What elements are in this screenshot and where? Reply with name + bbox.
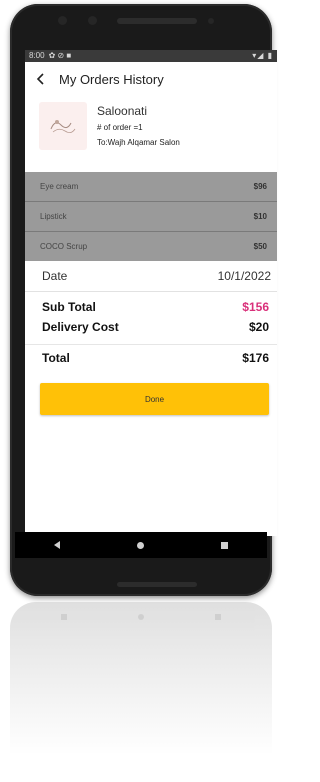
item-name: Lipstick — [40, 212, 67, 221]
nav-home-icon[interactable] — [136, 541, 144, 549]
subtotal-label: Sub Total — [42, 300, 96, 314]
list-item: Eye cream $96 — [25, 172, 277, 202]
page-title: My Orders History — [59, 71, 164, 87]
phone-reflection — [10, 602, 272, 772]
subtotal-value: $156 — [242, 300, 269, 314]
reflection-nav — [25, 614, 257, 620]
date-row: Date 10/1/2022 — [25, 261, 277, 292]
total-label: Total — [42, 351, 70, 365]
nav-recent-icon[interactable] — [221, 541, 229, 549]
subtotal-row: Sub Total $156 — [25, 296, 277, 318]
item-name: Eye cream — [40, 182, 79, 191]
earpiece-speaker — [117, 18, 197, 24]
list-item: Lipstick $10 — [25, 202, 277, 232]
item-name: COCO Scrup — [40, 242, 88, 251]
back-arrow-icon[interactable] — [33, 71, 49, 87]
delivery-row: Delivery Cost $20 — [25, 318, 277, 336]
reflected-back-icon — [60, 614, 67, 620]
system-nav-bar — [15, 532, 267, 558]
app-screen: 8:00 ✿ ⊘ ■ ▾◢ ▮ My Orders History Saloon… — [25, 50, 277, 536]
status-time: 8:00 — [29, 51, 45, 60]
item-price: $50 — [253, 242, 267, 251]
date-value: 10/1/2022 — [217, 269, 271, 283]
order-items-list: Eye cream $96 Lipstick $10 COCO Scrup $5… — [25, 172, 277, 261]
store-name: Saloonati — [97, 104, 148, 118]
item-price: $10 — [253, 212, 267, 221]
date-label: Date — [42, 269, 68, 283]
total-row: Total $176 — [25, 344, 277, 371]
app-header: My Orders History — [25, 62, 277, 96]
store-card: Saloonati # of order =1 To:Wajh Alqamar … — [25, 96, 277, 172]
reflected-recent-icon — [215, 614, 222, 620]
store-logo-icon — [39, 102, 87, 150]
list-item: COCO Scrup $50 — [25, 232, 277, 261]
sensor-icon — [88, 16, 97, 25]
total-value: $176 — [242, 351, 269, 365]
item-price: $96 — [253, 182, 267, 191]
status-right-icons: ▾◢ ▮ — [252, 51, 273, 60]
order-recipient: To:Wajh Alqamar Salon — [97, 138, 180, 147]
sensor-icon — [208, 18, 214, 24]
delivery-value: $20 — [248, 320, 269, 334]
done-button[interactable]: Done — [40, 383, 269, 415]
camera-icon — [58, 16, 67, 25]
order-count: # of order =1 — [97, 123, 143, 132]
status-bar: 8:00 ✿ ⊘ ■ ▾◢ ▮ — [25, 50, 277, 62]
delivery-label: Delivery Cost — [42, 320, 119, 334]
nav-back-icon[interactable] — [53, 541, 60, 549]
reflected-home-icon — [137, 614, 144, 620]
status-left-icons: ✿ ⊘ ■ — [48, 51, 72, 60]
phone-frame: 8:00 ✿ ⊘ ■ ▾◢ ▮ My Orders History Saloon… — [10, 4, 277, 596]
bottom-speaker — [117, 582, 197, 587]
